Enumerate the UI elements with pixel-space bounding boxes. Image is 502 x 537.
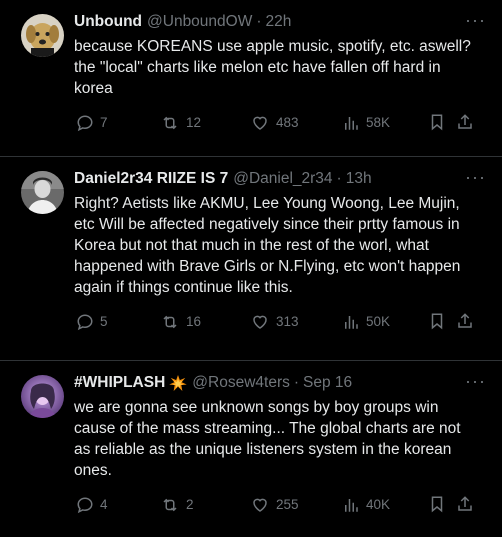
like-count: 483 — [276, 115, 299, 130]
repost-count: 2 — [186, 497, 194, 512]
bookmark-icon — [431, 496, 443, 513]
views-button[interactable]: 50K — [342, 312, 390, 332]
bookmark-button[interactable] — [428, 495, 446, 513]
timestamp[interactable]: Sep 16 — [303, 373, 352, 393]
tweet-1[interactable]: Unbound @UnboundOW · 22h ··· because KOR… — [0, 0, 502, 157]
action-bar: 7 12 483 58K — [74, 113, 486, 133]
share-upload-icon — [458, 496, 472, 511]
view-count: 50K — [366, 314, 391, 329]
heart-icon — [253, 498, 267, 512]
avatar[interactable] — [21, 14, 64, 57]
share-upload-icon — [458, 313, 472, 328]
like-button[interactable]: 483 — [250, 113, 299, 133]
explosion-emoji-icon — [169, 375, 188, 391]
views-button[interactable]: 58K — [342, 113, 390, 133]
display-name[interactable]: Daniel2r34 RIIZE IS 7 — [74, 169, 228, 189]
heart-icon — [253, 315, 267, 329]
avatar[interactable] — [21, 171, 64, 214]
repost-arrows-icon — [163, 498, 177, 512]
tweet-2[interactable]: Daniel2r34 RIIZE IS 7 @Daniel_2r34 · 13h… — [0, 157, 502, 361]
repost-button[interactable]: 16 — [160, 312, 201, 332]
like-button[interactable]: 255 — [250, 495, 299, 515]
repost-count: 12 — [186, 115, 202, 130]
tweet-header: Daniel2r34 RIIZE IS 7 @Daniel_2r34 · 13h — [74, 169, 486, 189]
timestamp[interactable]: 22h — [266, 12, 292, 32]
bookmark-icon — [431, 114, 443, 131]
like-button[interactable]: 313 — [250, 312, 299, 332]
repost-button[interactable]: 2 — [160, 495, 194, 515]
more-options-icon[interactable]: ··· — [465, 10, 486, 31]
action-bar: 4 2 255 40K — [74, 495, 486, 515]
share-button[interactable] — [456, 495, 474, 513]
like-count: 313 — [276, 314, 299, 329]
user-handle[interactable]: @Rosew4ters — [192, 373, 290, 393]
reply-button[interactable]: 7 — [76, 113, 108, 133]
more-options-icon[interactable]: ··· — [465, 371, 486, 392]
timestamp[interactable]: 13h — [346, 169, 372, 189]
separator-dot: · — [256, 13, 262, 30]
share-button[interactable] — [456, 312, 474, 330]
speech-bubble-icon — [77, 497, 93, 514]
speech-bubble-icon — [77, 115, 93, 132]
view-count: 58K — [366, 115, 391, 130]
like-count: 255 — [276, 497, 299, 512]
tweet-3[interactable]: #WHIPLASH @Rosew4ters · Sep 16 ··· we ar… — [0, 361, 502, 537]
repost-button[interactable]: 12 — [160, 113, 201, 133]
tweet-text: we are gonna see unknown songs by boy gr… — [74, 399, 461, 479]
separator-dot: · — [293, 374, 300, 391]
user-handle[interactable]: @Daniel_2r34 — [233, 169, 332, 189]
bookmark-button[interactable] — [428, 113, 446, 131]
tweet-text: Right? Aetists like AKMU, Lee Young Woon… — [74, 195, 461, 296]
heart-icon — [253, 116, 267, 130]
action-bar: 5 16 313 50K — [74, 312, 486, 332]
display-name[interactable]: Unbound — [74, 12, 142, 32]
tweet-header: Unbound @UnboundOW · 22h — [74, 12, 486, 32]
share-button[interactable] — [456, 113, 474, 131]
view-count: 40K — [366, 497, 391, 512]
separator-dot: · — [336, 170, 342, 187]
reply-count: 4 — [100, 497, 108, 512]
bookmark-button[interactable] — [428, 312, 446, 330]
repost-arrows-icon — [163, 315, 177, 329]
tweet-text: because KOREANS use apple music, spotify… — [74, 38, 471, 97]
bar-chart-icon — [345, 117, 358, 130]
display-name[interactable]: #WHIPLASH — [74, 373, 165, 393]
speech-bubble-icon — [77, 314, 93, 331]
user-handle[interactable]: @UnboundOW — [147, 12, 252, 32]
reply-count: 7 — [100, 115, 108, 130]
avatar[interactable] — [21, 375, 64, 418]
bar-chart-icon — [345, 316, 358, 329]
share-upload-icon — [458, 114, 472, 129]
repost-arrows-icon — [163, 116, 177, 130]
more-options-icon[interactable]: ··· — [465, 167, 486, 188]
reply-count: 5 — [100, 314, 108, 329]
tweet-header: #WHIPLASH @Rosew4ters · Sep 16 — [74, 373, 486, 393]
reply-button[interactable]: 5 — [76, 312, 108, 332]
views-button[interactable]: 40K — [342, 495, 390, 515]
repost-count: 16 — [186, 314, 202, 329]
bookmark-icon — [431, 313, 443, 330]
reply-button[interactable]: 4 — [76, 495, 108, 515]
bar-chart-icon — [345, 499, 358, 512]
